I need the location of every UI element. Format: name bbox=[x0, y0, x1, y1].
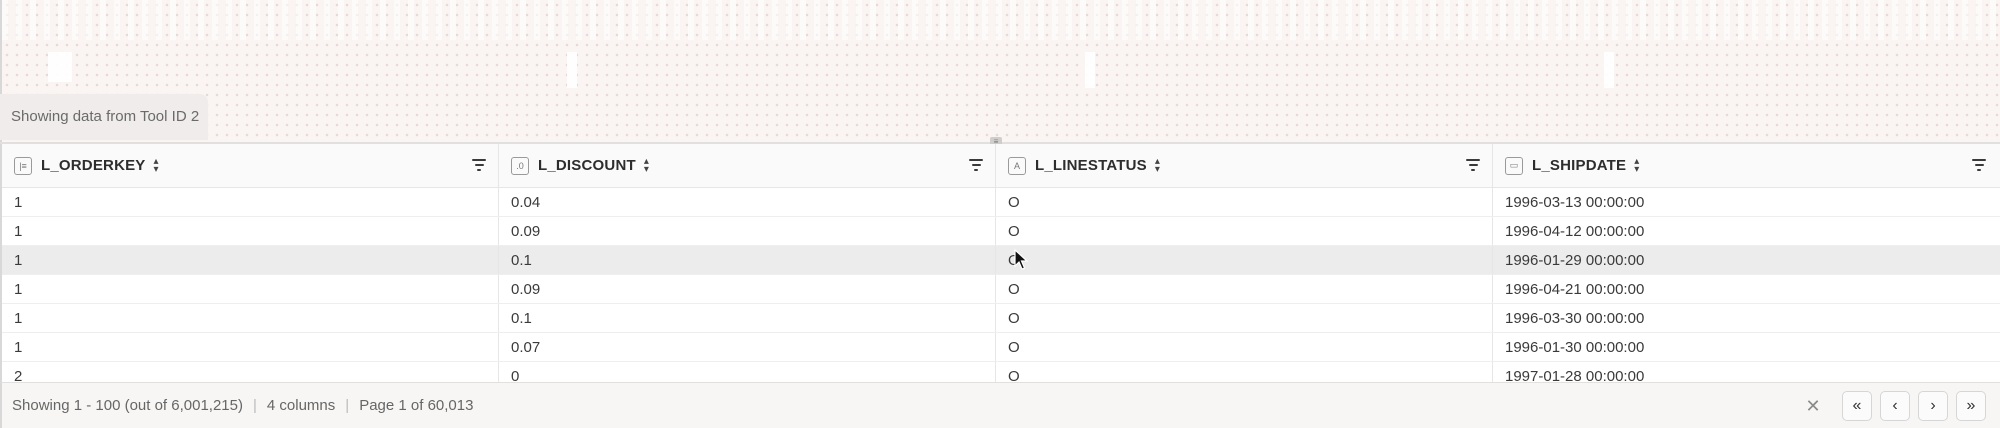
cell-l-linestatus[interactable]: O bbox=[996, 246, 1493, 274]
cell-l-shipdate[interactable]: 1996-01-29 00:00:00 bbox=[1493, 246, 1998, 274]
canvas-connector bbox=[1604, 52, 1614, 88]
workflow-canvas[interactable] bbox=[0, 0, 2000, 142]
divider: | bbox=[345, 397, 350, 414]
first-page-button[interactable]: « bbox=[1842, 391, 1872, 421]
sort-icon[interactable]: ▴ ▾ bbox=[154, 156, 159, 174]
canvas-connector bbox=[567, 52, 577, 88]
cell-l-discount[interactable]: 0.04 bbox=[499, 188, 996, 216]
next-page-button[interactable]: › bbox=[1918, 391, 1948, 421]
row-range-text: Showing 1 - 100 (out of 6,001,215) bbox=[12, 397, 243, 414]
cell-l-linestatus[interactable]: O bbox=[996, 362, 1493, 382]
cell-l-orderkey[interactable]: 1 bbox=[2, 246, 499, 274]
cell-l-linestatus[interactable]: O bbox=[996, 275, 1493, 303]
cell-l-shipdate[interactable]: 1996-04-21 00:00:00 bbox=[1493, 275, 1998, 303]
cell-l-orderkey[interactable]: 1 bbox=[2, 333, 499, 361]
column-header-l-discount[interactable]: .0 L_DISCOUNT ▴ ▾ bbox=[499, 144, 996, 187]
close-icon[interactable]: ✕ bbox=[1798, 391, 1828, 421]
cell-l-shipdate[interactable]: 1997-01-28 00:00:00 bbox=[1493, 362, 1998, 382]
page-indicator: Page 1 of 60,013 bbox=[359, 397, 474, 414]
cell-l-orderkey[interactable]: 2 bbox=[2, 362, 499, 382]
cell-l-discount[interactable]: 0.1 bbox=[499, 304, 996, 332]
string-type-icon: A bbox=[1008, 156, 1026, 175]
column-name: L_SHIPDATE bbox=[1532, 157, 1627, 174]
column-header-l-orderkey[interactable]: |≡ L_ORDERKEY ▴ ▾ bbox=[2, 144, 499, 187]
cell-l-discount[interactable]: 0.09 bbox=[499, 217, 996, 245]
column-name: L_LINESTATUS bbox=[1035, 157, 1147, 174]
cell-l-linestatus[interactable]: O bbox=[996, 188, 1493, 216]
canvas-connector bbox=[48, 52, 72, 82]
date-type-icon: ▭ bbox=[1505, 156, 1523, 175]
last-page-button[interactable]: » bbox=[1956, 391, 1986, 421]
previous-page-button[interactable]: ‹ bbox=[1880, 391, 1910, 421]
table-row[interactable]: 1 0.04 O 1996-03-13 00:00:00 bbox=[2, 188, 2000, 217]
cell-l-orderkey[interactable]: 1 bbox=[2, 275, 499, 303]
cell-l-shipdate[interactable]: 1996-03-30 00:00:00 bbox=[1493, 304, 1998, 332]
filter-icon[interactable] bbox=[1466, 159, 1480, 171]
data-grid: |≡ L_ORDERKEY ▴ ▾ .0 L_DISCOUNT ▴ ▾ A L_LI… bbox=[0, 144, 2000, 382]
cell-l-discount[interactable]: 0 bbox=[499, 362, 996, 382]
filter-icon[interactable] bbox=[969, 159, 983, 171]
grid-footer: Showing 1 - 100 (out of 6,001,215) | 4 c… bbox=[0, 382, 2000, 428]
cell-l-linestatus[interactable]: O bbox=[996, 304, 1493, 332]
cell-l-shipdate[interactable]: 1996-04-12 00:00:00 bbox=[1493, 217, 1998, 245]
canvas-connector bbox=[1085, 52, 1095, 88]
cell-l-discount[interactable]: 0.09 bbox=[499, 275, 996, 303]
pagination-controls: ✕ « ‹ › » bbox=[1798, 391, 1986, 421]
table-row[interactable]: 1 0.09 O 1996-04-12 00:00:00 bbox=[2, 217, 2000, 246]
column-name: L_ORDERKEY bbox=[41, 157, 146, 174]
table-row[interactable]: 1 0.07 O 1996-01-30 00:00:00 bbox=[2, 333, 2000, 362]
column-name: L_DISCOUNT bbox=[538, 157, 636, 174]
integer-type-icon: |≡ bbox=[14, 156, 32, 175]
cell-l-orderkey[interactable]: 1 bbox=[2, 217, 499, 245]
column-count-text: 4 columns bbox=[266, 397, 336, 414]
mouse-pointer-icon bbox=[1014, 249, 1028, 270]
cell-l-shipdate[interactable]: 1996-01-30 00:00:00 bbox=[1493, 333, 1998, 361]
data-source-tab[interactable]: Showing data from Tool ID 2 bbox=[0, 94, 208, 140]
column-header-l-linestatus[interactable]: A L_LINESTATUS ▴ ▾ bbox=[996, 144, 1493, 187]
cell-l-orderkey[interactable]: 1 bbox=[2, 304, 499, 332]
grid-header: |≡ L_ORDERKEY ▴ ▾ .0 L_DISCOUNT ▴ ▾ A L_LI… bbox=[2, 144, 2000, 188]
decimal-type-icon: .0 bbox=[511, 156, 529, 175]
table-row[interactable]: 1 0.1 O 1996-03-30 00:00:00 bbox=[2, 304, 2000, 333]
cell-l-discount[interactable]: 0.07 bbox=[499, 333, 996, 361]
sort-icon[interactable]: ▴ ▾ bbox=[1634, 156, 1639, 174]
cell-l-linestatus[interactable]: O bbox=[996, 333, 1493, 361]
table-row[interactable]: 1 0.09 O 1996-04-21 00:00:00 bbox=[2, 275, 2000, 304]
filter-icon[interactable] bbox=[1972, 159, 1986, 171]
cell-l-linestatus[interactable]: O bbox=[996, 217, 1493, 245]
cell-l-shipdate[interactable]: 1996-03-13 00:00:00 bbox=[1493, 188, 1998, 216]
sort-icon[interactable]: ▴ ▾ bbox=[644, 156, 649, 174]
cell-l-discount[interactable]: 0.1 bbox=[499, 246, 996, 274]
divider: | bbox=[253, 397, 257, 414]
column-header-l-shipdate[interactable]: ▭ L_SHIPDATE ▴ ▾ bbox=[1493, 144, 1998, 187]
filter-icon[interactable] bbox=[472, 159, 486, 171]
cell-l-orderkey[interactable]: 1 bbox=[2, 188, 499, 216]
sort-icon[interactable]: ▴ ▾ bbox=[1155, 156, 1160, 174]
canvas-tools-strip bbox=[2, 0, 2000, 40]
table-row-hovered[interactable]: 1 0.1 O 1996-01-29 00:00:00 bbox=[2, 246, 2000, 275]
table-row[interactable]: 2 0 O 1997-01-28 00:00:00 bbox=[2, 362, 2000, 382]
